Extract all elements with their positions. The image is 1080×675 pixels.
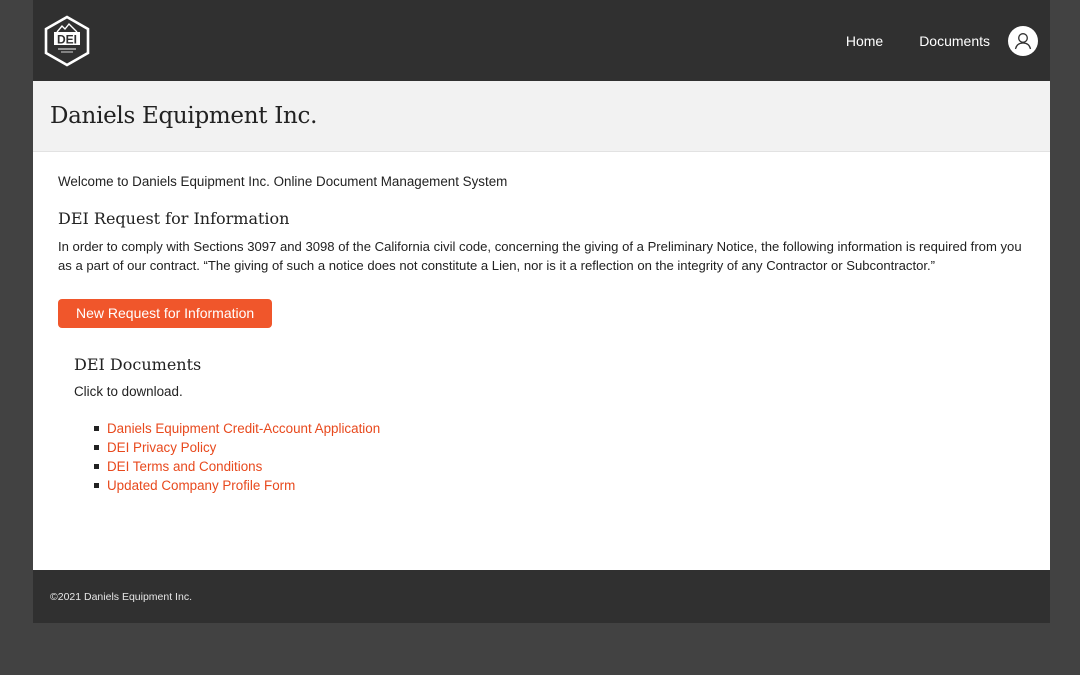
list-item: DEI Privacy Policy [94,438,1025,457]
page-title: Daniels Equipment Inc. [50,103,318,129]
documents-section-title: DEI Documents [74,355,202,374]
list-item: Updated Company Profile Form [94,476,1025,495]
main-content: Welcome to Daniels Equipment Inc. Online… [33,152,1050,570]
list-item: Daniels Equipment Credit-Account Applica… [94,419,1025,438]
account-avatar-button[interactable] [1008,25,1038,56]
bullet-icon [94,426,99,431]
document-link-credit-application[interactable]: Daniels Equipment Credit-Account Applica… [107,421,380,436]
top-navbar: DEI Home Documents [33,0,1050,81]
documents-section: DEI Documents Click to download. Daniels… [58,355,1025,495]
document-link-privacy-policy[interactable]: DEI Privacy Policy [107,440,216,455]
logo-link[interactable]: DEI [43,15,91,67]
new-rfi-button[interactable]: New Request for Information [58,299,273,328]
bullet-icon [94,445,99,450]
svg-text:DEI: DEI [57,32,77,46]
page-container: DEI Home Documents Daniels Equipment Inc… [33,0,1050,623]
copyright-text: ©2021 Daniels Equipment Inc. [50,590,192,603]
rfi-notice-text: In order to comply with Sections 3097 an… [58,239,1022,273]
bullet-icon [94,464,99,469]
user-icon [1014,32,1032,49]
nav-home-link[interactable]: Home [846,33,883,49]
documents-list: Daniels Equipment Credit-Account Applica… [74,419,1025,495]
document-link-company-profile[interactable]: Updated Company Profile Form [107,478,295,493]
document-link-terms-conditions[interactable]: DEI Terms and Conditions [107,459,262,474]
dei-hexagon-logo: DEI [44,15,90,66]
documents-hint: Click to download. [74,384,183,399]
bullet-icon [94,483,99,488]
main-nav: Home Documents [810,25,1038,56]
nav-documents-link[interactable]: Documents [919,33,990,49]
page-footer: ©2021 Daniels Equipment Inc. [33,570,1050,623]
list-item: DEI Terms and Conditions [94,457,1025,476]
rfi-section-title: DEI Request for Information [58,209,290,228]
welcome-text: Welcome to Daniels Equipment Inc. Online… [58,174,508,189]
page-header: Daniels Equipment Inc. [33,81,1050,152]
